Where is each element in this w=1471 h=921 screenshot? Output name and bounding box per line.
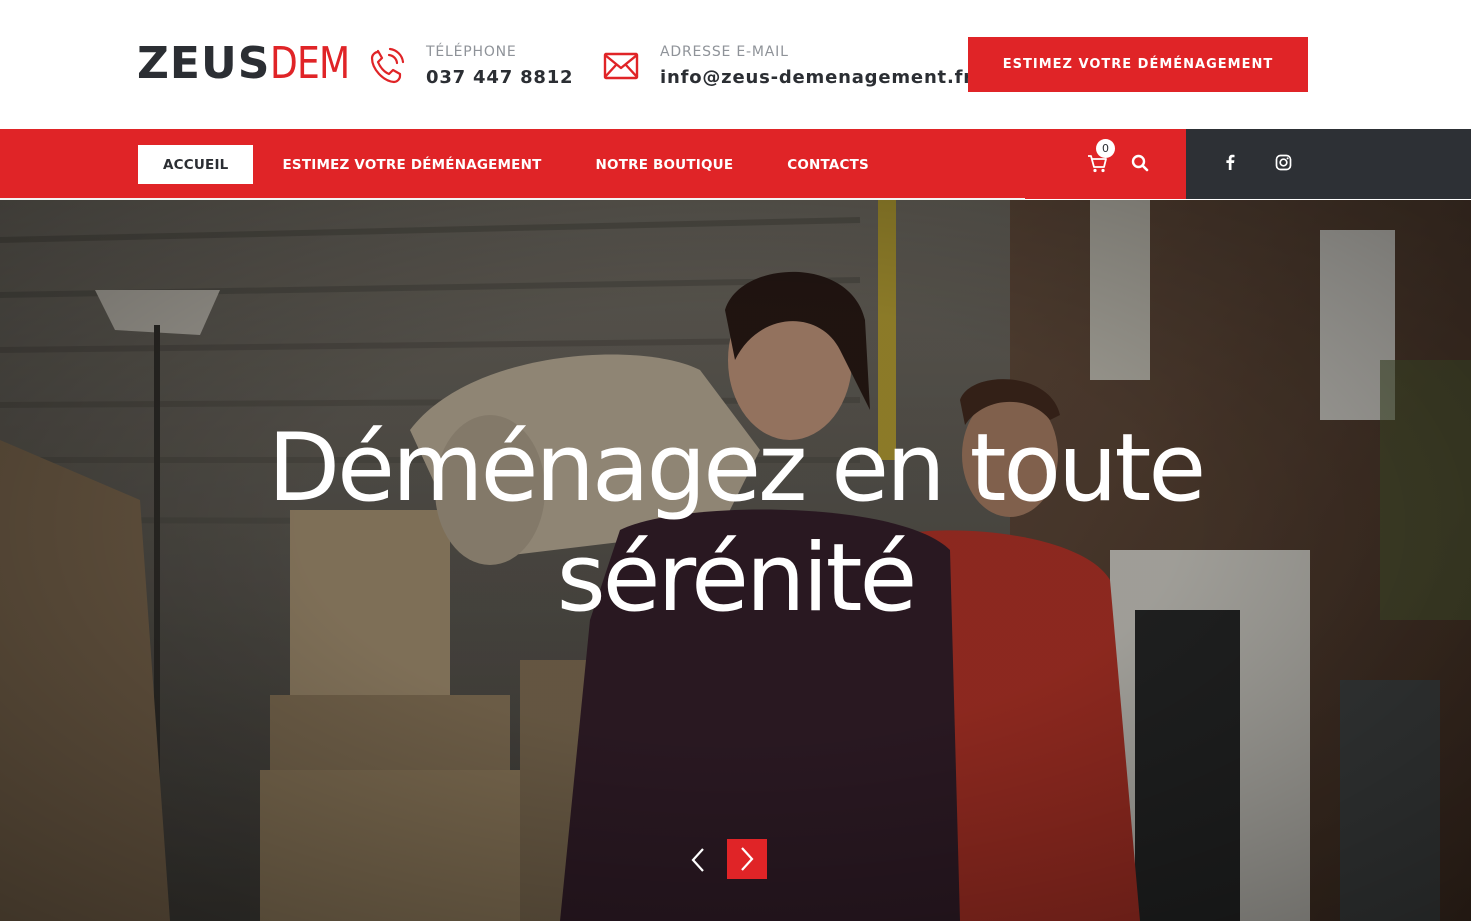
chevron-left-icon (691, 848, 704, 872)
facebook-icon[interactable] (1222, 153, 1238, 171)
hero-title-line-2: sérénité (556, 524, 918, 633)
search-icon[interactable] (1131, 154, 1149, 172)
instagram-icon[interactable] (1275, 154, 1292, 171)
slider-next-button[interactable] (727, 839, 767, 879)
cart-count-badge: 0 (1096, 139, 1115, 158)
logo-text-zeus: ZEUS (137, 38, 271, 89)
slider-prev-button[interactable] (680, 840, 716, 880)
nav-item-boutique[interactable]: NOTRE BOUTIQUE (571, 145, 759, 184)
nav-item-contacts[interactable]: CONTACTS (762, 145, 894, 184)
hero-title: Déménagez en toute sérénité (0, 414, 1471, 634)
phone-icon (368, 46, 406, 86)
top-header: ZEUS DEM TÉLÉPHONE 037 447 8812 ADRESSE E… (0, 0, 1471, 129)
site-logo[interactable]: ZEUS DEM (137, 40, 367, 88)
phone-label: TÉLÉPHONE (426, 43, 517, 60)
logo-text-dem: DEM (270, 38, 350, 89)
nav-item-accueil[interactable]: ACCUEIL (138, 145, 254, 184)
envelope-icon (602, 46, 640, 86)
nav-item-estimate[interactable]: ESTIMEZ VOTRE DÉMÉNAGEMENT (257, 145, 566, 184)
phone-number[interactable]: 037 447 8812 (426, 65, 573, 91)
phone-contact: TÉLÉPHONE 037 447 8812 (368, 38, 573, 94)
email-label: ADRESSE E-MAIL (660, 43, 789, 60)
hero-slider: Déménagez en toute sérénité (0, 200, 1471, 921)
email-contact: ADRESSE E-MAIL info@zeus-demenagement.fr (602, 38, 973, 94)
email-address[interactable]: info@zeus-demenagement.fr (660, 65, 973, 91)
estimate-move-button[interactable]: ESTIMEZ VOTRE DÉMÉNAGEMENT (968, 37, 1308, 92)
chevron-right-icon (741, 847, 754, 871)
main-nav: ACCUEIL ESTIMEZ VOTRE DÉMÉNAGEMENT NOTRE… (138, 145, 898, 184)
hero-title-line-1: Déménagez en toute (267, 414, 1206, 523)
